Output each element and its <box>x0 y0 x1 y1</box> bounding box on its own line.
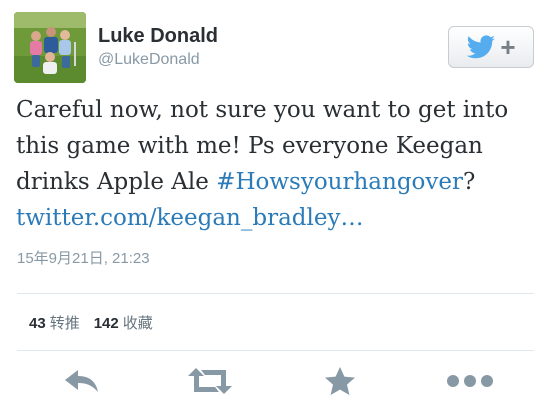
tweet-text-punctuation: ? <box>463 169 476 195</box>
reply-icon <box>65 370 98 392</box>
favorites-count: 142 <box>93 315 119 332</box>
retweet-icon <box>188 368 232 394</box>
action-bar <box>0 358 550 404</box>
divider <box>17 350 534 351</box>
retweets-label: 转推 <box>49 315 80 332</box>
timestamp: 15年9月21日, 21:23 <box>17 250 150 267</box>
author-info[interactable]: Luke Donald @LukeDonald <box>98 24 218 70</box>
retweet-button[interactable] <box>186 364 234 398</box>
divider <box>17 293 534 294</box>
username[interactable]: @LukeDonald <box>98 50 218 70</box>
more-button[interactable] <box>446 364 494 398</box>
tweet-stats: 43 转推 142 收藏 <box>29 312 153 333</box>
follow-button[interactable]: + <box>448 26 534 68</box>
favorites-stat[interactable]: 142 收藏 <box>94 312 153 333</box>
hashtag-link[interactable]: #Howsyourhangover <box>216 169 463 195</box>
retweets-stat[interactable]: 43 转推 <box>29 312 80 333</box>
display-name[interactable]: Luke Donald <box>98 24 218 48</box>
favorite-button[interactable] <box>316 364 364 398</box>
reply-button[interactable] <box>58 364 106 398</box>
tweet-header: Luke Donald @LukeDonald + <box>14 12 534 84</box>
more-dots-icon <box>447 375 493 387</box>
favorites-label: 收藏 <box>122 315 153 332</box>
retweets-count: 43 <box>29 315 46 332</box>
avatar[interactable] <box>14 12 86 83</box>
twitter-bird-icon <box>467 35 496 59</box>
favorite-star-icon <box>325 367 355 395</box>
url-link[interactable]: twitter.com/keegan_bradley… <box>16 205 363 231</box>
tweet-text: Careful now, not sure you want to get in… <box>16 92 536 236</box>
family-photo-avatar <box>14 12 86 83</box>
follow-plus-icon: + <box>500 32 516 62</box>
